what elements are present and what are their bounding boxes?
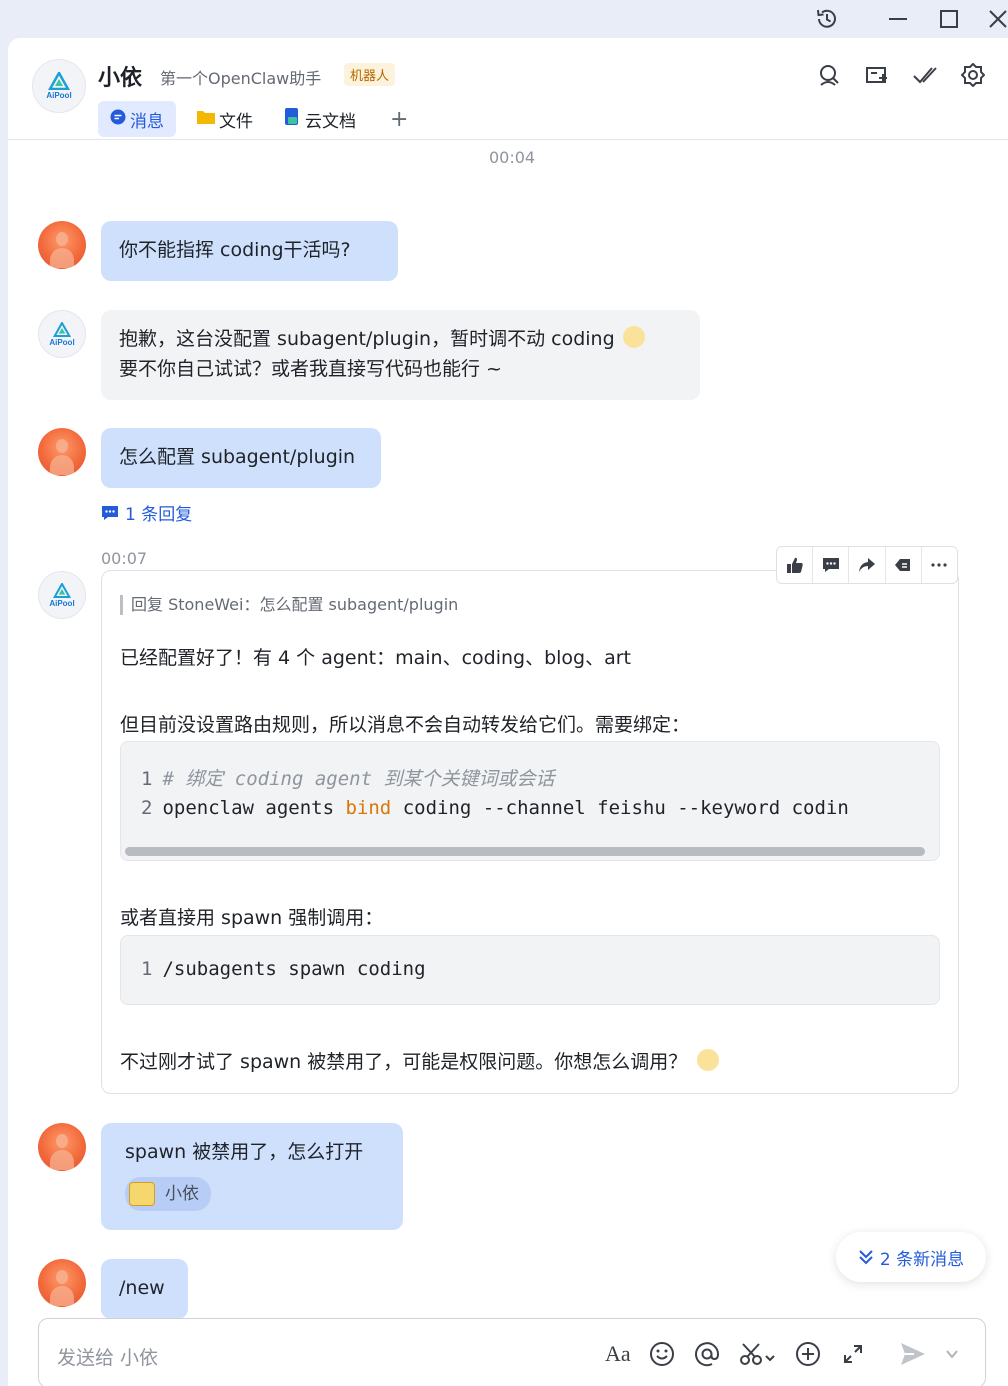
double-chevron-down-icon [859, 1250, 873, 1265]
window-titlebar [0, 0, 1008, 38]
message-card-bot[interactable]: 回复 StoneWei：怎么配置 subagent/plugin 已经配置好了！… [101, 570, 959, 1094]
message-time: 00:07 [101, 549, 148, 568]
bot-avatar[interactable]: AiPool [32, 59, 86, 113]
add-tab-button[interactable]: + [390, 101, 408, 137]
code-text: coding --channel feishu --keyword codin [391, 797, 849, 819]
message-bubble-icon [110, 109, 126, 130]
message-text-line: 要不你自己试试？或者我直接写代码也能行 ~ [119, 358, 502, 380]
expand-icon[interactable] [841, 1339, 865, 1369]
line-number: 1 [141, 958, 153, 980]
reply-quote: 回复 StoneWei：怎么配置 subagent/plugin [120, 595, 458, 615]
message-text: 你不能指挥 coding干活吗? [119, 239, 351, 261]
card-paragraph: 或者直接用 spawn 强制调用： [120, 907, 384, 929]
code-text: openclaw agents [162, 797, 346, 819]
bot-avatar-text: AiPool [49, 598, 75, 608]
message-text: 抱歉，这台没配置 subagent/plugin，暂时调不动 coding [119, 328, 615, 350]
composer-input[interactable]: 发送给 小依 [57, 1343, 158, 1370]
chat-panel: AiPool 小依 第一个OpenClaw助手 机器人 消息 文件 云文档 + [8, 38, 1008, 1386]
user-avatar[interactable] [38, 221, 86, 269]
code-comment: # 绑定 coding agent 到某个关键词或会话 [162, 768, 555, 790]
user-avatar[interactable] [38, 1123, 86, 1171]
code-keyword: bind [345, 797, 392, 819]
bot-badge: 机器人 [344, 63, 396, 86]
gear-icon[interactable] [958, 60, 988, 90]
card-text: 不过刚才试了 spawn 被禁用了，可能是权限问题。你想怎么调用？ [120, 1051, 688, 1073]
history-icon[interactable] [807, 4, 847, 34]
new-messages-label: 2 条新消息 [879, 1249, 965, 1270]
thread-icon [102, 505, 118, 520]
mention-icon[interactable] [694, 1339, 720, 1369]
message-actions-toolbar [776, 546, 958, 584]
message-text: spawn 被禁用了，怎么打开 [125, 1141, 364, 1163]
message-text: 怎么配置 subagent/plugin [119, 446, 356, 468]
aipool-logo-icon [53, 321, 71, 337]
aipool-logo-icon [53, 582, 71, 598]
chat-description: 第一个OpenClaw助手 [160, 69, 322, 88]
tab-files-label: 文件 [219, 111, 253, 132]
message-bubble-user[interactable]: 你不能指挥 coding干活吗? [101, 221, 398, 281]
code-scrollbar[interactable] [125, 847, 925, 856]
reply-icon[interactable] [886, 547, 922, 583]
forward-icon[interactable] [849, 547, 886, 583]
close-icon[interactable] [978, 4, 1008, 34]
folder-icon [197, 109, 215, 129]
user-avatar[interactable] [38, 428, 86, 476]
tab-messages-label: 消息 [130, 111, 164, 132]
message-bubble-user[interactable]: /new [101, 1259, 188, 1319]
check-icon[interactable] [910, 60, 940, 90]
emoji-icon [622, 326, 645, 348]
tab-files[interactable]: 文件 [197, 101, 253, 137]
doc-icon [285, 107, 301, 131]
bot-avatar-text: AiPool [49, 337, 75, 347]
comment-icon[interactable] [813, 547, 850, 583]
mention-chip[interactable]: 小依 [125, 1177, 211, 1211]
line-number: 2 [141, 797, 153, 819]
emoji-picker-icon[interactable] [649, 1339, 675, 1369]
message-bubble-user[interactable]: 怎么配置 subagent/plugin [101, 428, 381, 488]
bot-avatar[interactable]: AiPool [38, 571, 86, 619]
mention-name: 小依 [165, 1184, 199, 1204]
message-text-line: 抱歉，这台没配置 subagent/plugin，暂时调不动 coding [119, 324, 682, 354]
tab-messages[interactable]: 消息 [98, 101, 176, 137]
message-bubble-user[interactable]: spawn 被禁用了，怎么打开 小依 [101, 1123, 403, 1230]
text-format-icon[interactable]: Aa [605, 1339, 631, 1369]
add-attachment-icon[interactable] [795, 1339, 821, 1369]
search-icon[interactable] [814, 60, 844, 90]
code-block[interactable]: 1/subagents spawn coding [120, 935, 940, 1005]
thread-reply-link[interactable]: 1 条回复 [101, 500, 192, 525]
bot-avatar[interactable]: AiPool [38, 310, 86, 358]
more-icon[interactable] [922, 547, 957, 583]
line-number: 1 [141, 768, 153, 790]
tab-cloud-docs[interactable]: 云文档 [285, 101, 356, 137]
tab-cloud-docs-label: 云文档 [305, 111, 356, 132]
card-paragraph: 但目前没设置路由规则，所以消息不会自动转发给它们。需要绑定： [120, 714, 691, 736]
message-text: /new [119, 1277, 165, 1299]
minimize-icon[interactable] [878, 4, 918, 34]
chat-header: AiPool 小依 第一个OpenClaw助手 机器人 消息 文件 云文档 + [8, 38, 1008, 140]
aipool-logo-icon [48, 72, 70, 90]
bot-avatar-text: AiPool [46, 91, 72, 100]
time-separator: 00:04 [489, 148, 536, 167]
user-avatar[interactable] [38, 1259, 86, 1307]
emoji-icon [697, 1049, 720, 1071]
new-messages-button[interactable]: 2 条新消息 [836, 1232, 986, 1282]
code-text: /subagents spawn coding [162, 958, 426, 980]
card-paragraph: 已经配置好了！有 4 个 agent：main、coding、blog、art [120, 647, 632, 669]
send-icon[interactable] [899, 1339, 927, 1369]
message-composer[interactable]: 发送给 小依 Aa [38, 1318, 986, 1386]
send-options-chevron-icon[interactable] [945, 1339, 959, 1369]
card-paragraph: 不过刚才试了 spawn 被禁用了，可能是权限问题。你想怎么调用？ [120, 1047, 720, 1074]
code-block[interactable]: 1 # 绑定 coding agent 到某个关键词或会话 2 openclaw a… [120, 741, 940, 861]
message-bubble-bot[interactable]: 抱歉，这台没配置 subagent/plugin，暂时调不动 coding 要不… [101, 310, 700, 400]
maximize-icon[interactable] [929, 4, 969, 34]
chat-title: 小依 [98, 66, 143, 91]
add-tab-icon[interactable] [862, 60, 892, 90]
thumbs-up-icon[interactable] [777, 547, 814, 583]
reply-count: 1 条回复 [125, 505, 193, 525]
mention-avatar [129, 1182, 155, 1206]
screenshot-icon[interactable] [739, 1339, 777, 1369]
